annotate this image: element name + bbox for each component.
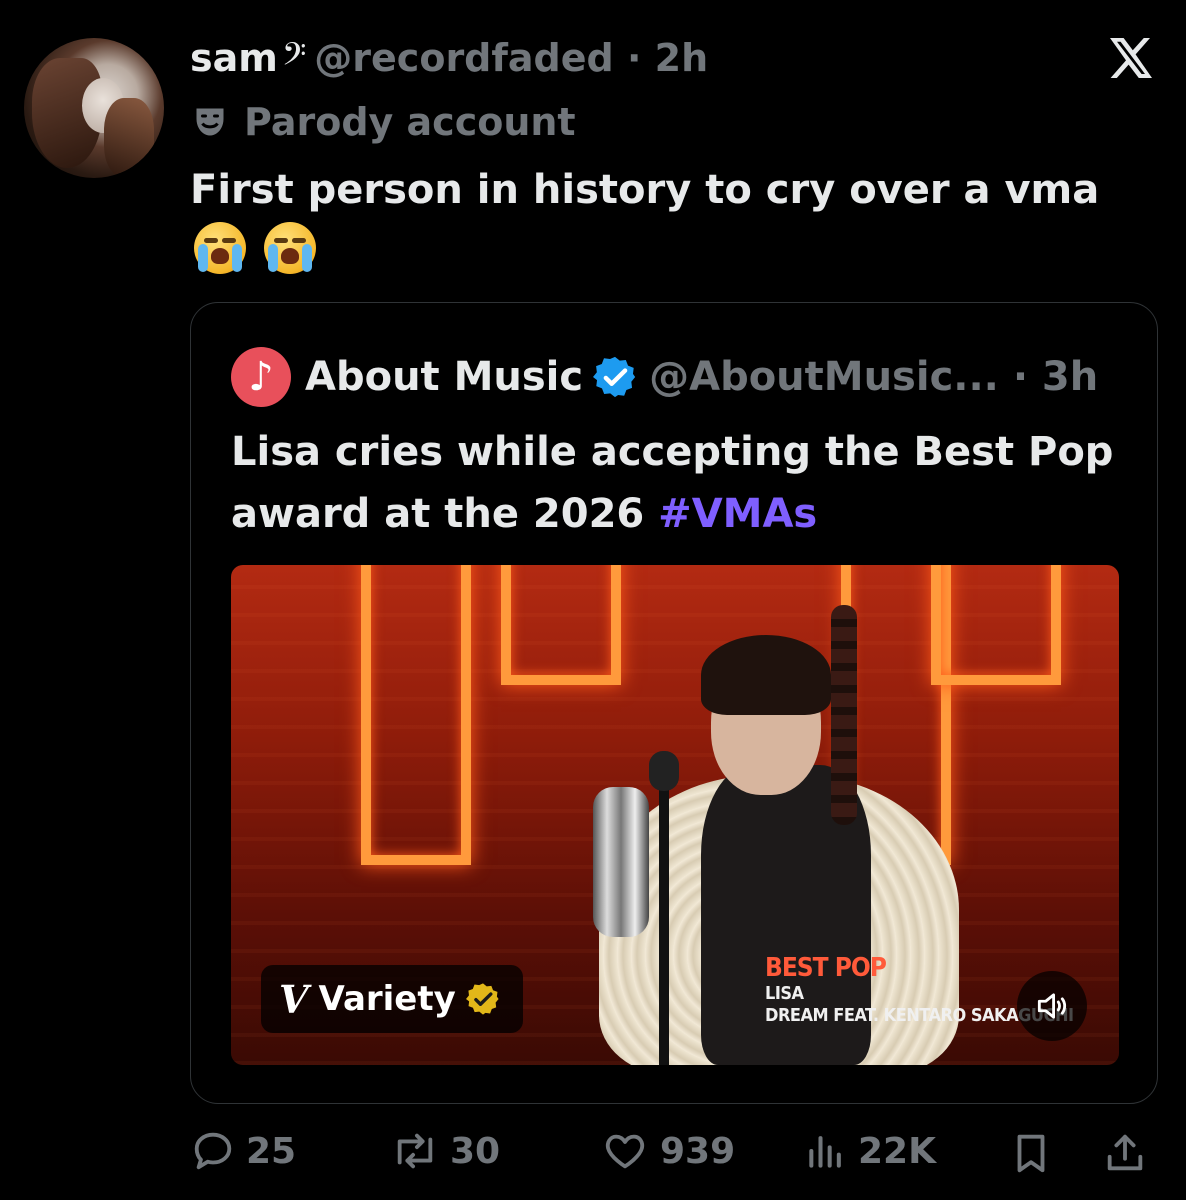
neon-letter-p1 bbox=[361, 565, 471, 865]
speaker-icon bbox=[1037, 993, 1067, 1019]
views-button[interactable]: 22K bbox=[804, 1128, 936, 1174]
quoted-tweet-text: Lisa cries while accepting the Best Pop … bbox=[231, 421, 1131, 545]
verified-badge-icon bbox=[593, 356, 636, 398]
like-count: 939 bbox=[660, 1130, 736, 1172]
microphone bbox=[649, 751, 679, 791]
reply-icon bbox=[194, 1132, 232, 1170]
music-note-icon: ♪ bbox=[248, 354, 274, 400]
repost-button[interactable]: 30 bbox=[390, 1128, 500, 1174]
views-count: 22K bbox=[858, 1130, 936, 1172]
share-button[interactable] bbox=[1102, 1128, 1158, 1178]
moonperson-trophy bbox=[593, 787, 649, 937]
volume-button[interactable] bbox=[1017, 971, 1087, 1041]
loudly-crying-face-icon bbox=[264, 222, 316, 274]
bookmark-button[interactable] bbox=[1008, 1128, 1064, 1178]
video-player[interactable]: V Variety BEST POP LISA DREAM FEAT. KENT… bbox=[231, 565, 1119, 1065]
gold-verified-badge-icon bbox=[465, 983, 499, 1015]
neon-letter-p2-bowl bbox=[931, 565, 1061, 685]
tweet-text: First person in history to cry over a vm… bbox=[190, 167, 1100, 213]
neon-letter-o bbox=[501, 565, 621, 685]
bar-chart-icon bbox=[809, 1136, 841, 1168]
source-badge[interactable]: V Variety bbox=[261, 965, 523, 1033]
quoted-author-name[interactable]: About Music bbox=[305, 354, 583, 400]
heart-icon bbox=[605, 1134, 645, 1169]
reply-button[interactable]: 25 bbox=[190, 1128, 296, 1174]
tweet-actions: 25 30 939 22K bbox=[190, 1128, 1158, 1188]
repost-icon bbox=[397, 1133, 433, 1169]
quoted-tweet-header: ♪ About Music @AboutMusic... · 3h bbox=[231, 347, 1098, 407]
loudly-crying-face-icon bbox=[194, 222, 246, 274]
x-logo-icon bbox=[1110, 38, 1152, 78]
quoted-author-handle[interactable]: @AboutMusic... bbox=[649, 354, 999, 400]
reply-count: 25 bbox=[246, 1130, 297, 1172]
tweet-emojis bbox=[194, 222, 316, 274]
variety-logo-icon: V bbox=[279, 976, 309, 1022]
author-handle[interactable]: @recordfaded bbox=[314, 36, 613, 80]
tweet-header: sam 𝄢 @recordfaded · 2h bbox=[190, 36, 708, 81]
quoted-tweet[interactable]: ♪ About Music @AboutMusic... · 3h Lisa c… bbox=[190, 302, 1158, 1104]
lower-third-title: BEST POP bbox=[765, 953, 887, 983]
hashtag-link[interactable]: #VMAs bbox=[658, 491, 817, 537]
name-music-glyph: 𝄢 bbox=[281, 36, 307, 80]
repost-count: 30 bbox=[450, 1130, 501, 1172]
bookmark-icon bbox=[1017, 1134, 1045, 1173]
parody-label-text: Parody account bbox=[244, 100, 576, 144]
tweet-time[interactable]: · 2h bbox=[627, 36, 708, 80]
author-display-name[interactable]: sam bbox=[190, 36, 278, 80]
quoted-author-avatar[interactable]: ♪ bbox=[231, 347, 291, 407]
theater-mask-icon bbox=[196, 108, 224, 136]
source-badge-label: Variety bbox=[318, 979, 456, 1019]
performer-hair bbox=[701, 635, 831, 715]
like-button[interactable]: 939 bbox=[600, 1128, 735, 1174]
avatar-hair-right bbox=[104, 98, 154, 178]
share-icon bbox=[1107, 1134, 1143, 1171]
microphone-stand bbox=[659, 755, 669, 1065]
author-avatar[interactable] bbox=[24, 38, 164, 178]
parody-label: Parody account bbox=[192, 100, 576, 144]
braid bbox=[831, 605, 857, 825]
quoted-tweet-time[interactable]: · 3h bbox=[1013, 354, 1098, 400]
